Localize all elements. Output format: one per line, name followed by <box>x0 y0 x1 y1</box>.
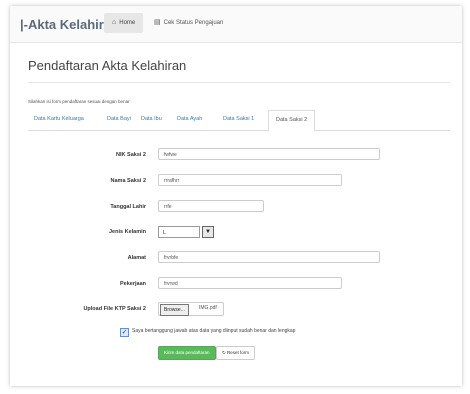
nav-status-label: Cek Status Pengajuan <box>163 20 224 26</box>
tab-data-saksi-2[interactable]: Data Saksi 2 <box>268 110 316 132</box>
chevron-down-icon[interactable]: ▼ <box>202 226 214 238</box>
pekerjaan-label: Pekerjaan <box>120 281 146 287</box>
form-instruction: Silahkan isi form pendaftaran sesuai den… <box>28 99 130 104</box>
agreement-label: Saya bertanggung jawab atas data yang di… <box>132 328 296 334</box>
submit-label: Kirim data pendaftaran <box>164 350 210 355</box>
nav-status-check[interactable]: ▤ Cek Status Pengajuan <box>150 13 227 33</box>
tab-data-ayah[interactable]: Data Ayah <box>177 110 202 129</box>
navbar: |-Akta Kelahiran ⌂ Home ▤ Cek Status Penga… <box>10 6 462 43</box>
jenis-kelamin-select[interactable]: L ▼ <box>158 226 216 239</box>
home-icon: ⌂ <box>112 19 117 26</box>
jenis-kelamin-label: Jenis Kelamin <box>109 229 146 235</box>
alamat-input[interactable]: frvrbfe <box>158 251 380 263</box>
tab-data-saksi-1[interactable]: Data Saksi 1 <box>223 110 254 129</box>
title-divider <box>28 82 450 83</box>
pekerjaan-input[interactable]: frvrwd <box>158 277 342 289</box>
refresh-icon: ↻ <box>222 350 226 355</box>
submit-button[interactable]: Kirim data pendaftaran <box>158 346 216 360</box>
tanggal-lahir-label: Tanggal Lahir <box>110 204 146 210</box>
upload-label: Upload File KTP Saksi 2 <box>83 306 146 312</box>
nama-input[interactable]: rrrafhrr <box>158 174 342 186</box>
page-title: Pendaftaran Akta Kelahiran <box>28 58 187 73</box>
nik-input[interactable]: fwfwe <box>158 148 380 160</box>
nama-label: Nama Saksi 2 <box>110 178 146 184</box>
nav-home-label: Home <box>119 20 136 26</box>
agreement-checkbox[interactable]: ✓ <box>120 328 129 337</box>
reset-label: Reset form <box>227 350 250 355</box>
reset-button[interactable]: ↻ Reset form <box>216 346 256 360</box>
tab-data-ibu[interactable]: Data Ibu <box>141 110 162 129</box>
upload-file-input[interactable]: Browse... IMG.pdf <box>158 302 224 316</box>
tab-data-bayi[interactable]: Data Bayi <box>107 110 131 129</box>
nav-home[interactable]: ⌂ Home <box>104 13 144 33</box>
browser-frame: |-Akta Kelahiran ⌂ Home ▤ Cek Status Penga… <box>10 6 462 386</box>
jenis-kelamin-value: L <box>158 226 200 238</box>
form-tabs: Data Kartu Keluarga Data Bayi Data Ibu D… <box>28 110 450 132</box>
browse-button[interactable]: Browse... <box>160 304 189 316</box>
selected-file-name: IMG.pdf <box>199 305 217 311</box>
document-icon: ▤ <box>154 19 161 26</box>
alamat-label: Alamat <box>127 255 146 261</box>
tab-data-kartu-keluarga[interactable]: Data Kartu Keluarga <box>34 110 84 129</box>
nik-label: NIK Saksi 2 <box>116 152 146 158</box>
tanggal-lahir-input[interactable]: rrfe <box>158 200 264 212</box>
